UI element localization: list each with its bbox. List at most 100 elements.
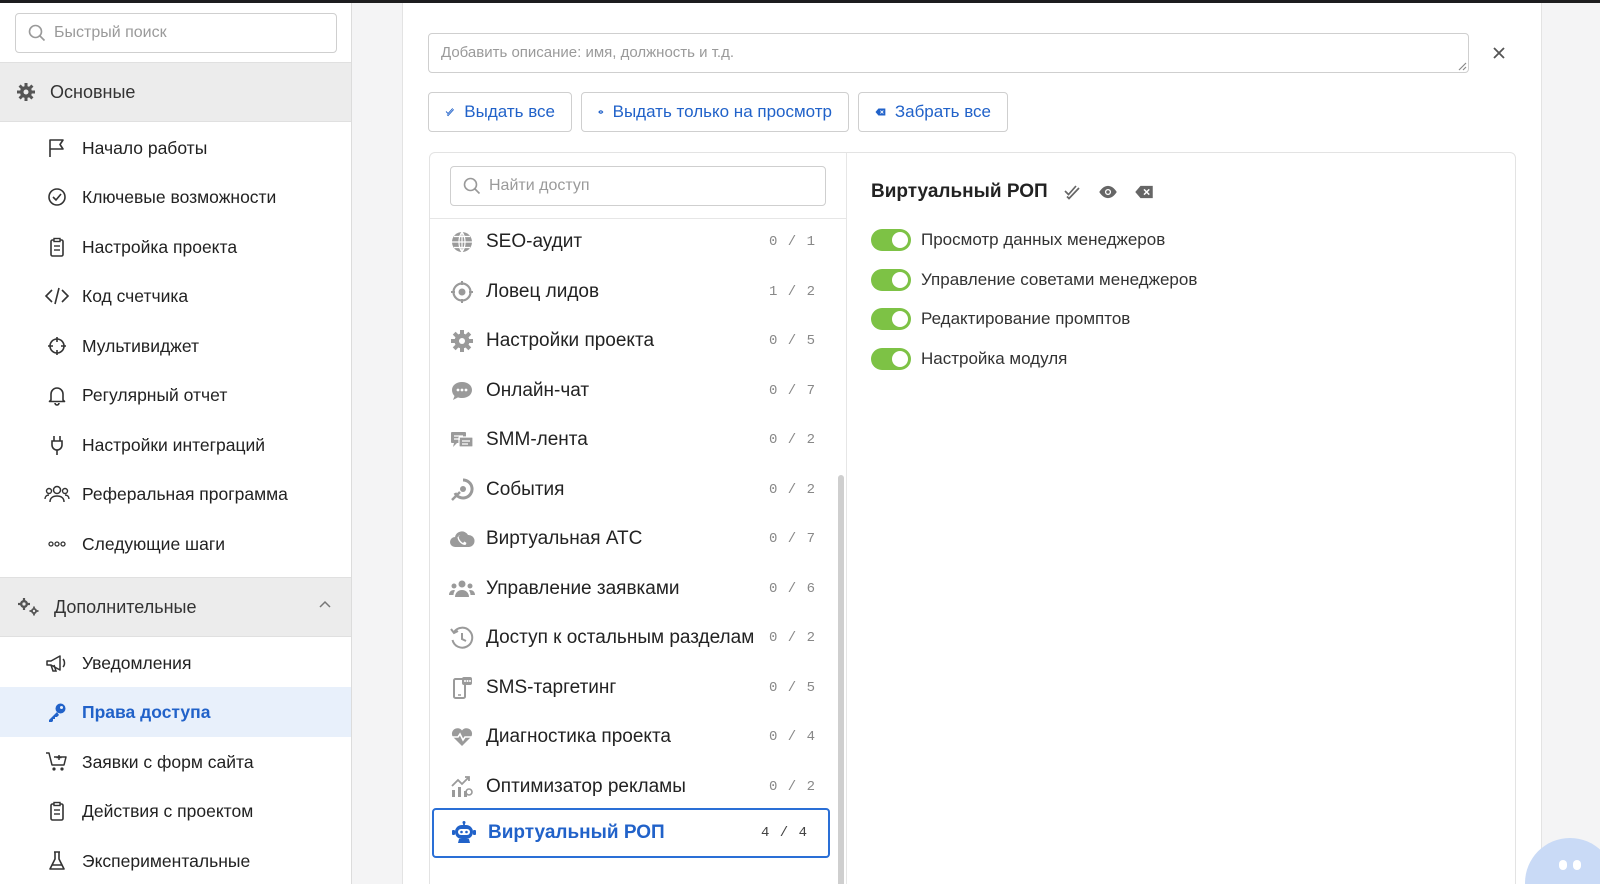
access-list: SEO-аудит 0 / 1 Ловец лидов 1 / 2 Настро…	[430, 153, 847, 884]
access-item-sms-targeting[interactable]: SMS-таргетинг 0 / 5	[430, 663, 838, 713]
permission-toggle[interactable]	[871, 269, 911, 291]
access-item-label: SMS-таргетинг	[486, 677, 617, 698]
access-item-smm-feed[interactable]: SMM-лента 0 / 2	[430, 415, 838, 465]
nav-item-project-actions[interactable]: Действия с проектом	[0, 786, 351, 836]
view-only-button[interactable]: Выдать только на просмотр	[581, 92, 849, 132]
nav-item-access-rights[interactable]: Права доступа	[0, 687, 351, 737]
access-item-project-settings[interactable]: Настройки проекта 0 / 5	[430, 316, 838, 366]
nav-item-integrations[interactable]: Настройки интеграций	[0, 420, 351, 470]
nav-item-label: Настройки интеграций	[82, 434, 266, 455]
access-item-online-chat[interactable]: Онлайн-чат 0 / 7	[430, 366, 838, 416]
nav-item-label: Уведомления	[82, 652, 192, 673]
quick-search-input[interactable]	[54, 24, 314, 42]
access-item-seo-audit[interactable]: SEO-аудит 0 / 1	[430, 217, 838, 267]
nav-item-project-setup[interactable]: Настройка проекта	[0, 222, 351, 272]
grant-all-button[interactable]: Выдать все	[428, 92, 572, 132]
access-detail: Виртуальный РОП Просмотр данных менеджер…	[847, 153, 1515, 884]
permission-toggle[interactable]	[871, 229, 911, 251]
team-icon	[449, 576, 475, 602]
cart-icon	[44, 749, 70, 775]
access-search[interactable]	[450, 166, 826, 206]
search-icon	[463, 177, 481, 195]
nav-item-experimental[interactable]: Экспериментальные	[0, 836, 351, 884]
access-item-label: Настройки проекта	[486, 330, 655, 351]
revoke-all-button[interactable]: Забрать все	[858, 92, 1008, 132]
nav-item-label: Действия с проектом	[82, 800, 254, 821]
mobile-sms-icon	[449, 675, 475, 701]
history-icon	[449, 625, 475, 651]
nav-item-label: Следующие шаги	[82, 533, 225, 554]
nav-item-label: Права доступа	[82, 701, 211, 722]
grant-all-label: Выдать все	[464, 102, 555, 121]
double-check-icon	[445, 108, 455, 117]
access-item-label: Виртуальный РОП	[488, 822, 665, 843]
phone-cloud-icon	[449, 526, 475, 552]
chevron-up-icon[interactable]	[318, 599, 332, 609]
access-list-scrollbar[interactable]	[838, 475, 844, 884]
access-item-label: Онлайн-чат	[486, 380, 590, 401]
nav-item-label: Мультивиджет	[82, 335, 200, 356]
users-icon	[44, 481, 70, 507]
access-item-events[interactable]: События 0 / 2	[430, 465, 838, 515]
check-badge-icon	[44, 184, 70, 210]
quick-search[interactable]	[15, 13, 337, 53]
permission-label: Редактирование промптов	[921, 309, 1131, 328]
window-top-border	[0, 0, 1600, 3]
chat-eye-icon	[1573, 860, 1581, 870]
nav-item-key-features[interactable]: Ключевые возможности	[0, 172, 351, 222]
access-item-label: SEO-аудит	[486, 231, 583, 252]
nav-item-referral[interactable]: Реферальная программа	[0, 469, 351, 519]
eye-icon[interactable]	[1098, 185, 1118, 199]
nav-item-multiwidget[interactable]: Мультивиджет	[0, 321, 351, 371]
permission-row: Просмотр данных менеджеров	[871, 227, 1165, 253]
access-item-count: 0 / 1	[768, 234, 816, 250]
access-search-input[interactable]	[489, 177, 809, 195]
nav-item-next-steps[interactable]: Следующие шаги	[0, 519, 351, 569]
nav-item-counter-code[interactable]: Код счетчика	[0, 271, 351, 321]
permission-row: Редактирование промптов	[871, 306, 1130, 332]
section-header-additional[interactable]: Дополнительные	[0, 577, 351, 637]
chat-icon	[449, 378, 475, 404]
access-item-virtual-pbx[interactable]: Виртуальная АТС 0 / 7	[430, 514, 838, 564]
access-item-ad-optimizer[interactable]: Оптимизатор рекламы 0 / 2	[430, 762, 838, 812]
access-item-count: 0 / 5	[768, 680, 816, 696]
resize-grip-icon[interactable]	[1457, 61, 1467, 71]
close-icon[interactable]	[1489, 43, 1509, 63]
access-item-lead-catcher[interactable]: Ловец лидов 1 / 2	[430, 267, 838, 317]
search-icon	[28, 24, 46, 42]
chart-growth-icon	[449, 774, 475, 800]
access-item-project-diagnostics[interactable]: Диагностика проекта 0 / 4	[430, 712, 838, 762]
code-icon	[44, 283, 70, 309]
nav-item-form-leads[interactable]: Заявки с форм сайта	[0, 737, 351, 787]
access-item-virtual-rop[interactable]: Виртуальный РОП 4 / 4	[432, 808, 830, 858]
access-item-request-management[interactable]: Управление заявками 0 / 6	[430, 564, 838, 614]
access-item-count: 0 / 7	[768, 531, 816, 547]
eye-icon	[598, 110, 604, 114]
event-icon	[449, 477, 475, 503]
access-item-count: 0 / 4	[768, 729, 816, 745]
permission-label: Настройка модуля	[921, 349, 1068, 368]
access-item-count: 0 / 2	[768, 482, 816, 498]
access-item-count: 0 / 2	[768, 432, 816, 448]
access-item-other-sections[interactable]: Доступ к остальным разделам 0 / 2	[430, 613, 838, 663]
permission-label: Управление советами менеджеров	[921, 270, 1198, 289]
nav-item-getting-started[interactable]: Начало работы	[0, 123, 351, 173]
backspace-icon[interactable]	[1134, 185, 1154, 199]
nav-item-label: Код счетчика	[82, 285, 189, 306]
description-field[interactable]	[428, 33, 1469, 73]
nav-item-label: Ключевые возможности	[82, 186, 277, 207]
permission-row: Настройка модуля	[871, 346, 1067, 372]
megaphone-icon	[44, 650, 70, 676]
access-item-count: 0 / 2	[768, 630, 816, 646]
permission-toggle[interactable]	[871, 348, 911, 370]
nav-item-regular-report[interactable]: Регулярный отчет	[0, 370, 351, 420]
permission-toggle[interactable]	[871, 308, 911, 330]
nav-item-label: Начало работы	[82, 137, 208, 158]
view-only-label: Выдать только на просмотр	[612, 102, 832, 121]
clipboard-icon	[44, 798, 70, 824]
double-check-icon[interactable]	[1064, 184, 1082, 200]
access-item-count: 0 / 7	[768, 383, 816, 399]
feed-icon	[449, 427, 475, 453]
section-header-main[interactable]: Основные	[0, 62, 351, 122]
nav-item-notifications[interactable]: Уведомления	[0, 638, 351, 688]
